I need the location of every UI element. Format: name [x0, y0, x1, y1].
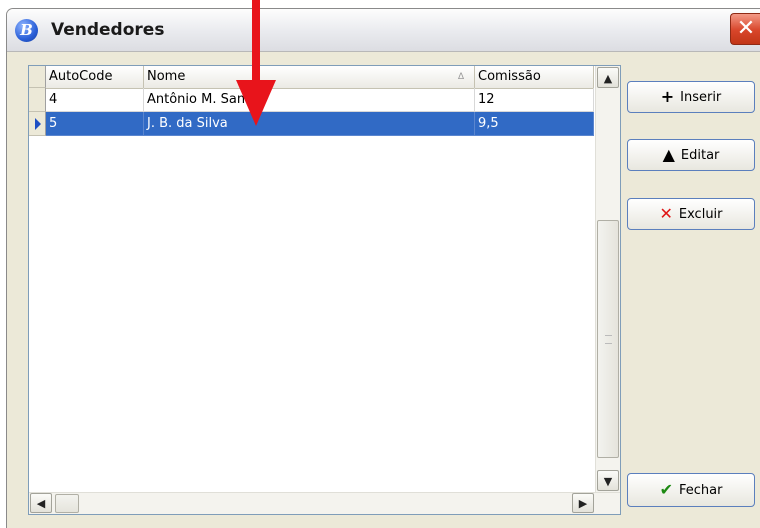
- window-title: Vendedores: [51, 20, 165, 40]
- triangle-up-icon: ▲: [662, 145, 675, 164]
- column-header-comissao[interactable]: Comissão: [475, 66, 594, 88]
- scroll-right-button[interactable]: ▶: [572, 493, 594, 513]
- inserir-label: Inserir: [680, 89, 722, 105]
- column-header-nome[interactable]: Nome ∆: [144, 66, 475, 88]
- excluir-button[interactable]: ✕ Excluir: [627, 198, 755, 230]
- row-indicator-header: [29, 66, 46, 88]
- vendedores-window: B Vendedores ✕ AutoCode Nome ∆ Comissão …: [6, 8, 760, 528]
- grid-header: AutoCode Nome ∆ Comissão: [29, 66, 594, 89]
- close-button[interactable]: ✕: [730, 13, 760, 45]
- app-logo-icon: B: [15, 19, 38, 42]
- sort-ascending-icon: ∆: [457, 72, 464, 82]
- plus-icon: +: [660, 87, 675, 106]
- current-row-arrow-icon: [35, 118, 41, 130]
- table-row-selected[interactable]: 5 J. B. da Silva 9,5: [29, 112, 594, 136]
- checkmark-icon: ✔: [659, 480, 673, 499]
- horizontal-scroll-thumb[interactable]: [55, 494, 79, 513]
- cell-nome[interactable]: J. B. da Silva: [144, 112, 475, 136]
- close-icon: ✕: [736, 16, 756, 41]
- vendedores-grid[interactable]: AutoCode Nome ∆ Comissão 4 Antônio M. Sa…: [28, 65, 621, 515]
- row-indicator[interactable]: [29, 112, 46, 136]
- scroll-up-button[interactable]: ▲: [597, 67, 619, 88]
- row-indicator[interactable]: [29, 88, 46, 112]
- cell-autocode[interactable]: 5: [46, 112, 144, 136]
- editar-button[interactable]: ▲ Editar: [627, 139, 755, 171]
- cell-comissao[interactable]: 9,5: [475, 112, 594, 136]
- chevron-up-icon: ▲: [603, 72, 613, 85]
- scroll-left-button[interactable]: ◀: [30, 493, 52, 513]
- title-bar[interactable]: B Vendedores ✕: [7, 9, 760, 52]
- vertical-scrollbar[interactable]: ▲ ▼: [595, 66, 620, 493]
- cell-autocode[interactable]: 4: [46, 88, 144, 112]
- cell-nome[interactable]: Antônio M. Santos: [144, 88, 475, 112]
- column-header-label: AutoCode: [49, 69, 113, 84]
- cell-comissao[interactable]: 12: [475, 88, 594, 112]
- vertical-scroll-thumb[interactable]: [597, 220, 619, 458]
- grip-icon: [605, 335, 612, 344]
- excluir-label: Excluir: [678, 206, 723, 222]
- column-header-label: Nome: [147, 69, 186, 84]
- column-header-label: Comissão: [478, 69, 541, 84]
- scroll-down-button[interactable]: ▼: [597, 470, 619, 491]
- table-row[interactable]: 4 Antônio M. Santos 12: [29, 88, 594, 112]
- column-header-autocode[interactable]: AutoCode: [46, 66, 144, 88]
- horizontal-scrollbar[interactable]: ◀ ▶: [29, 492, 620, 514]
- delete-x-icon: ✕: [659, 204, 673, 223]
- fechar-button[interactable]: ✔ Fechar: [627, 473, 755, 507]
- fechar-label: Fechar: [678, 482, 723, 498]
- chevron-down-icon: ▼: [603, 475, 613, 488]
- chevron-right-icon: ▶: [578, 497, 588, 510]
- editar-label: Editar: [680, 147, 720, 163]
- inserir-button[interactable]: + Inserir: [627, 81, 755, 113]
- chevron-left-icon: ◀: [36, 497, 46, 510]
